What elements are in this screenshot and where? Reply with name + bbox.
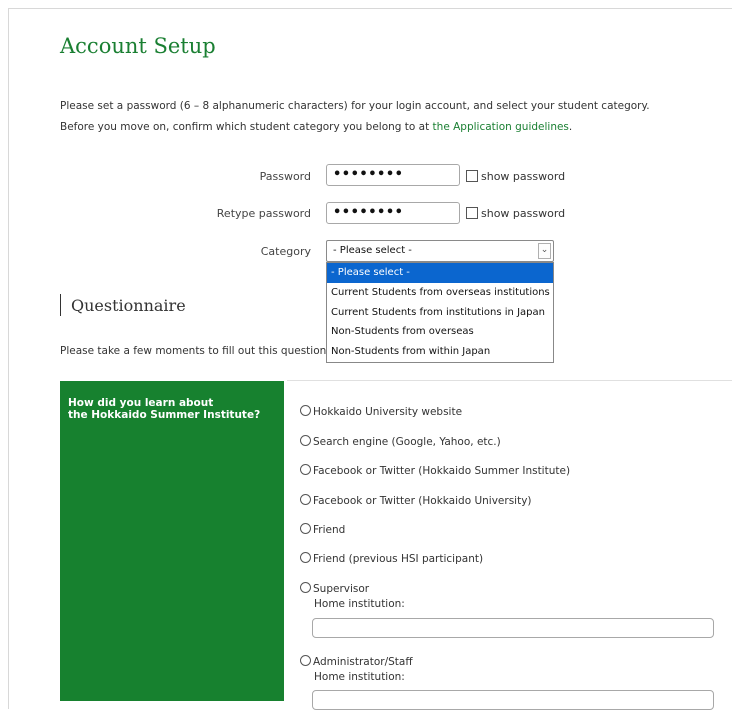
radio-button-icon[interactable] bbox=[300, 523, 311, 534]
radio-option-label: Search engine (Google, Yahoo, etc.) bbox=[313, 436, 501, 448]
administrator-home-institution-input[interactable] bbox=[312, 690, 714, 710]
radio-option-label: Friend bbox=[313, 524, 346, 536]
question-panel: How did you learn about the Hokkaido Sum… bbox=[60, 381, 284, 701]
radio-option-facebook-hu[interactable]: Facebook or Twitter (Hokkaido University… bbox=[300, 494, 532, 507]
questionnaire-divider bbox=[287, 380, 732, 381]
category-option[interactable]: Non-Students from within Japan bbox=[327, 342, 553, 362]
password-input[interactable]: •••••••• bbox=[326, 164, 460, 186]
retype-password-label: Retype password bbox=[216, 207, 311, 220]
radio-option-label: Administrator/Staff bbox=[313, 656, 413, 668]
category-option[interactable]: Non-Students from overseas bbox=[327, 322, 553, 342]
category-option[interactable]: Current Students from institutions in Ja… bbox=[327, 303, 553, 323]
radio-button-icon[interactable] bbox=[300, 655, 311, 666]
retype-password-input[interactable]: •••••••• bbox=[326, 202, 460, 224]
show-password-checkbox[interactable] bbox=[466, 170, 478, 182]
supervisor-home-institution-label: Home institution: bbox=[314, 598, 405, 610]
intro-text-line2: Before you move on, confirm which studen… bbox=[60, 121, 572, 133]
account-setup-title: Account Setup bbox=[60, 34, 216, 58]
question-label-line1: How did you learn about bbox=[68, 397, 214, 409]
radio-option-facebook-hsi[interactable]: Facebook or Twitter (Hokkaido Summer Ins… bbox=[300, 464, 570, 477]
radio-button-icon[interactable] bbox=[300, 582, 311, 593]
questionnaire-title: Questionnaire bbox=[60, 294, 186, 316]
show-retype-password-toggle[interactable]: show password bbox=[466, 207, 565, 220]
intro-text-line2-pre: Before you move on, confirm which studen… bbox=[60, 121, 433, 133]
category-selected-value: - Please select - bbox=[333, 245, 412, 256]
radio-option-label: Supervisor bbox=[313, 583, 370, 595]
show-retype-password-checkbox[interactable] bbox=[466, 207, 478, 219]
radio-button-icon[interactable] bbox=[300, 435, 311, 446]
radio-option-friend[interactable]: Friend bbox=[300, 523, 345, 536]
administrator-home-institution-label: Home institution: bbox=[314, 671, 405, 683]
intro-text-line1: Please set a password (6 – 8 alphanumeri… bbox=[60, 100, 650, 112]
radio-option-label: Facebook or Twitter (Hokkaido Summer Ins… bbox=[313, 465, 571, 477]
question-label: How did you learn about the Hokkaido Sum… bbox=[68, 397, 260, 421]
intro-text-line2-post: . bbox=[568, 121, 573, 133]
radio-option-label: Hokkaido University website bbox=[313, 406, 463, 418]
radio-option-label: Facebook or Twitter (Hokkaido University… bbox=[313, 495, 532, 507]
radio-option-administrator[interactable]: Administrator/Staff bbox=[300, 655, 413, 668]
question-label-line2: the Hokkaido Summer Institute? bbox=[68, 409, 261, 421]
category-option[interactable]: - Please select - bbox=[327, 263, 553, 283]
questionnaire-intro: Please take a few moments to fill out th… bbox=[60, 345, 343, 357]
show-password-label: show password bbox=[481, 170, 566, 183]
radio-button-icon[interactable] bbox=[300, 494, 311, 505]
radio-option-hokkaido-website[interactable]: Hokkaido University website bbox=[300, 405, 462, 418]
category-label: Category bbox=[260, 245, 311, 258]
category-dropdown-list: - Please select - Current Students from … bbox=[326, 262, 554, 363]
radio-option-label: Friend (previous HSI participant) bbox=[313, 553, 484, 565]
application-guidelines-link[interactable]: the Application guidelines bbox=[433, 121, 569, 133]
show-password-toggle[interactable]: show password bbox=[466, 170, 565, 183]
show-retype-password-label: show password bbox=[481, 207, 566, 220]
radio-option-friend-previous[interactable]: Friend (previous HSI participant) bbox=[300, 552, 483, 565]
radio-button-icon[interactable] bbox=[300, 405, 311, 416]
radio-button-icon[interactable] bbox=[300, 552, 311, 563]
category-option[interactable]: Current Students from overseas instituti… bbox=[327, 283, 553, 303]
radio-option-search-engine[interactable]: Search engine (Google, Yahoo, etc.) bbox=[300, 435, 501, 448]
radio-button-icon[interactable] bbox=[300, 464, 311, 475]
radio-option-supervisor[interactable]: Supervisor bbox=[300, 582, 369, 595]
category-select[interactable]: - Please select - ⌄ bbox=[326, 240, 554, 262]
chevron-down-icon[interactable]: ⌄ bbox=[538, 243, 551, 259]
supervisor-home-institution-input[interactable] bbox=[312, 618, 714, 638]
password-label: Password bbox=[259, 170, 311, 183]
